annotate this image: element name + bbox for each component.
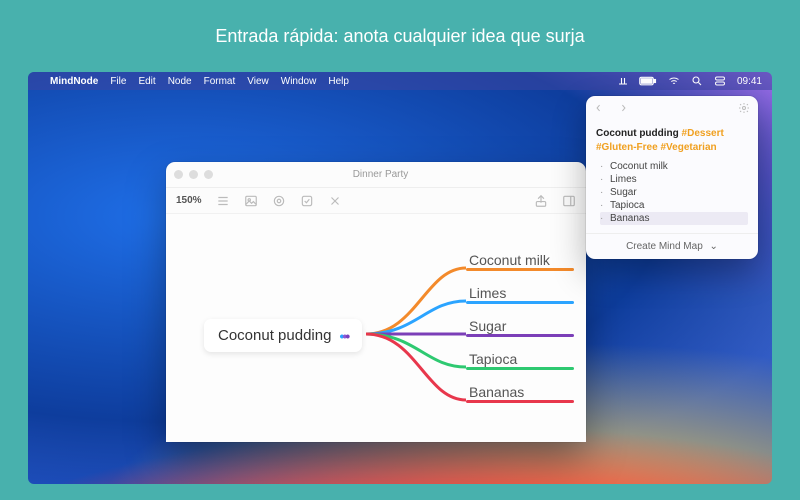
chevron-down-icon: ⌄ (710, 241, 718, 252)
gear-icon[interactable] (738, 102, 750, 117)
branch-node[interactable]: Coconut milk (469, 252, 550, 268)
menu-window[interactable]: Window (281, 76, 317, 87)
branch-underline (466, 268, 574, 271)
root-node[interactable]: Coconut pudding ••• (204, 319, 362, 352)
wifi-icon[interactable] (667, 75, 681, 87)
menu-edit[interactable]: Edit (138, 76, 155, 87)
create-mind-map-button[interactable]: Create Mind Map ⌄ (586, 233, 758, 259)
hashtag: #Dessert (682, 128, 724, 139)
quick-entry-menubar-icon[interactable] (617, 75, 629, 87)
list-item[interactable]: Limes (600, 173, 748, 186)
app-name[interactable]: MindNode (50, 76, 98, 87)
toolbar: 150% (166, 188, 586, 214)
menu-format[interactable]: Format (204, 76, 236, 87)
quick-entry-title: Coconut pudding #Dessert #Gluten-Free #V… (596, 127, 748, 155)
branch-node[interactable]: Bananas (469, 384, 524, 400)
menu-view[interactable]: View (247, 76, 269, 87)
document-title: Dinner Party (213, 169, 548, 180)
battery-icon[interactable] (639, 76, 657, 86)
branch-node[interactable]: Limes (469, 285, 506, 301)
ellipsis-icon[interactable]: ••• (339, 328, 348, 344)
branch-underline (466, 367, 574, 370)
control-center-icon[interactable] (713, 75, 727, 87)
marketing-headline: Entrada rápida: anota cualquier idea que… (0, 0, 800, 65)
branch-underline (466, 400, 574, 403)
search-icon[interactable] (691, 75, 703, 87)
nav-back-icon[interactable] (594, 103, 606, 116)
outline-icon[interactable] (216, 194, 230, 208)
traffic-lights[interactable] (174, 170, 213, 179)
quick-entry-panel: Coconut pudding #Dessert #Gluten-Free #V… (586, 96, 758, 259)
menu-file[interactable]: File (110, 76, 126, 87)
share-icon[interactable] (534, 194, 548, 208)
menubar: MindNode File Edit Node Format View Wind… (28, 72, 772, 90)
menu-node[interactable]: Node (168, 76, 192, 87)
list-item[interactable]: Coconut milk (600, 160, 748, 173)
clock[interactable]: 09:41 (737, 76, 762, 87)
close-node-icon[interactable] (328, 194, 342, 208)
desktop: MindNode File Edit Node Format View Wind… (28, 72, 772, 484)
branch-node[interactable]: Tapioca (469, 351, 517, 367)
inspector-icon[interactable] (562, 194, 576, 208)
list-item[interactable]: Bananas (600, 212, 748, 225)
branch-node[interactable]: Sugar (469, 318, 506, 334)
zoom-level[interactable]: 150% (176, 195, 202, 206)
root-node-label: Coconut pudding (218, 327, 331, 344)
image-icon[interactable] (244, 194, 258, 208)
nav-forward-icon[interactable] (616, 103, 628, 116)
checkbox-icon[interactable] (300, 194, 314, 208)
branch-underline (466, 334, 574, 337)
mindmap-canvas[interactable]: Coconut pudding ••• Coconut milk Limes S… (166, 214, 586, 442)
hashtag: #Vegetarian (660, 142, 716, 153)
focus-icon[interactable] (272, 194, 286, 208)
list-item[interactable]: Tapioca (600, 199, 748, 212)
hashtag: #Gluten-Free (596, 142, 658, 153)
menu-help[interactable]: Help (328, 76, 349, 87)
titlebar[interactable]: Dinner Party (166, 162, 586, 188)
document-window: Dinner Party 150% (166, 162, 586, 442)
branch-underline (466, 301, 574, 304)
list-item[interactable]: Sugar (600, 186, 748, 199)
